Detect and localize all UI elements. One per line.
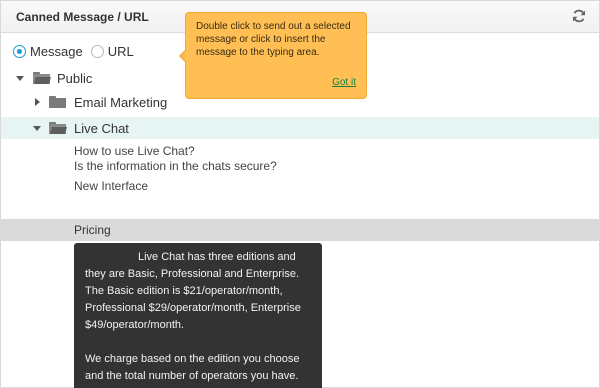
message-preview-tooltip: Live Chat has three editions and they ar…	[74, 243, 322, 388]
message-radio[interactable]	[13, 44, 26, 58]
got-it-link[interactable]: Got it	[332, 76, 356, 89]
caret-right-icon[interactable]	[35, 98, 40, 106]
tree-item-label: Email Marketing	[74, 94, 168, 110]
tree-item-live-chat[interactable]: Live Chat	[1, 117, 599, 139]
message-radio-label[interactable]: Message	[30, 44, 83, 59]
message-item[interactable]: How to use Live Chat?	[74, 144, 195, 158]
message-item-pricing[interactable]: Pricing	[1, 219, 599, 241]
caret-down-icon[interactable]	[16, 75, 24, 81]
panel-title: Canned Message / URL	[16, 10, 149, 24]
message-item-label: Pricing	[74, 223, 111, 237]
mode-selector: Message URL	[13, 43, 142, 59]
message-item[interactable]: New Interface	[74, 179, 148, 193]
tree-item-label: Live Chat	[74, 120, 129, 136]
hint-tooltip: Double click to send out a selected mess…	[179, 12, 367, 99]
url-radio[interactable]	[90, 44, 104, 58]
folder-icon	[49, 96, 66, 108]
folder-open-icon	[33, 72, 51, 84]
folder-open-icon	[49, 122, 67, 134]
message-item[interactable]: Is the information in the chats secure?	[74, 159, 277, 173]
preview-paragraph: Live Chat has three editions and they ar…	[85, 251, 301, 331]
refresh-icon[interactable]	[571, 8, 587, 24]
caret-down-icon[interactable]	[33, 125, 41, 131]
hint-text: Double click to send out a selected mess…	[196, 21, 351, 58]
preview-paragraph: We charge based on the edition you choos…	[85, 353, 303, 388]
url-radio-label[interactable]: URL	[108, 44, 134, 59]
tree-item-label: Public	[57, 70, 93, 86]
